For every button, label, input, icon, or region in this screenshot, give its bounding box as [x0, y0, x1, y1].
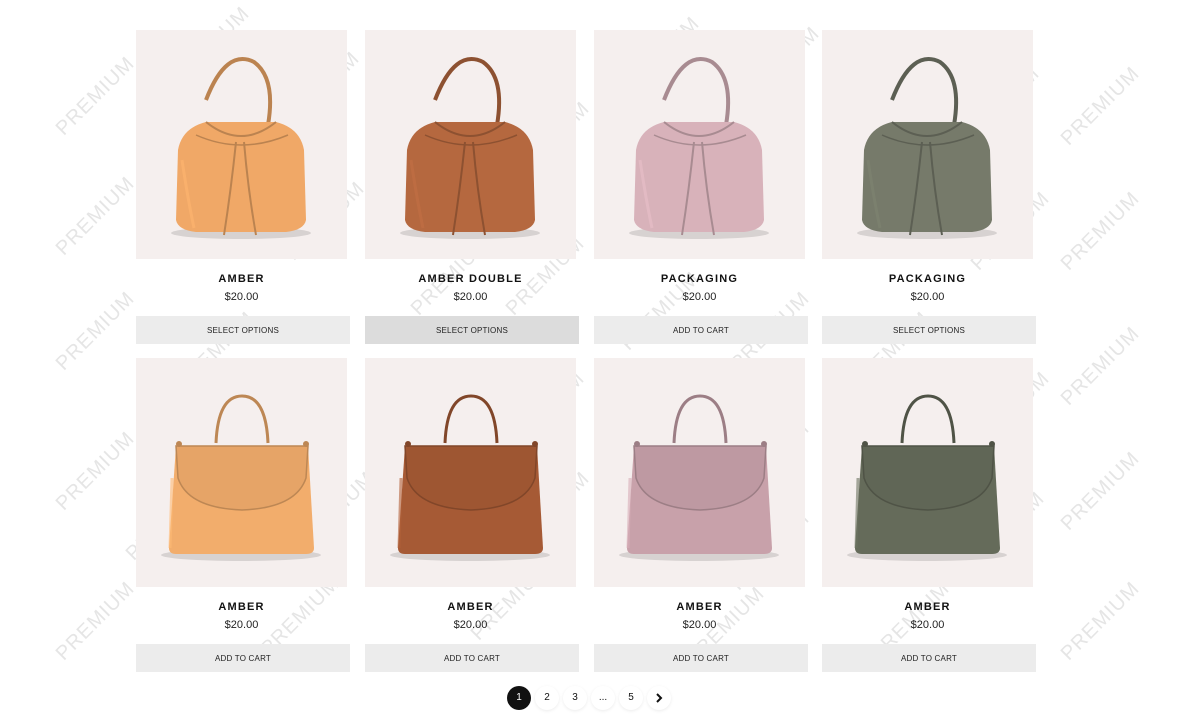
product-image[interactable]	[822, 358, 1033, 587]
select-options-button[interactable]: SELECT OPTIONS	[822, 316, 1036, 344]
product-price: $20.00	[453, 291, 488, 303]
bag-illustration	[619, 394, 779, 561]
watermark-text: PREMIUM	[1056, 322, 1145, 410]
product-card[interactable]: AMBER $20.00 ADD TO CART	[365, 358, 580, 672]
product-price: $20.00	[682, 291, 717, 303]
watermark-text: PREMIUM	[1056, 187, 1145, 275]
bag-illustration	[847, 394, 1007, 561]
page-ellipsis: ...	[591, 686, 615, 710]
product-image[interactable]	[822, 30, 1033, 259]
product-price: $20.00	[453, 619, 488, 631]
product-card[interactable]: AMBER DOUBLE $20.00 SELECT OPTIONS	[365, 30, 580, 344]
select-options-button[interactable]: SELECT OPTIONS	[365, 316, 579, 344]
watermark-text: PREMIUM	[51, 172, 140, 260]
product-name[interactable]: AMBER	[594, 600, 805, 614]
product-card[interactable]: AMBER $20.00 ADD TO CART	[822, 358, 1037, 672]
product-price: $20.00	[910, 291, 945, 303]
watermark-text: PREMIUM	[1056, 447, 1145, 535]
product-card[interactable]: AMBER $20.00 SELECT OPTIONS	[136, 30, 351, 344]
product-name[interactable]: PACKAGING	[594, 272, 805, 286]
product-image[interactable]	[365, 30, 576, 259]
add-to-cart-button[interactable]: ADD TO CART	[594, 316, 808, 344]
chevron-right-icon	[656, 693, 663, 703]
watermark-text: PREMIUM	[51, 427, 140, 515]
page-2-link[interactable]: 2	[535, 686, 559, 710]
product-image[interactable]	[594, 358, 805, 587]
add-to-cart-button[interactable]: ADD TO CART	[136, 644, 350, 672]
bag-illustration	[857, 57, 997, 239]
product-name[interactable]: AMBER	[136, 600, 347, 614]
watermark-text: PREMIUM	[51, 287, 140, 375]
page-3-link[interactable]: 3	[563, 686, 587, 710]
bag-illustration	[629, 57, 769, 239]
watermark-text: PREMIUM	[51, 52, 140, 140]
product-name[interactable]: AMBER	[136, 272, 347, 286]
product-name[interactable]: PACKAGING	[822, 272, 1033, 286]
product-card[interactable]: PACKAGING $20.00 SELECT OPTIONS	[822, 30, 1037, 344]
select-options-button[interactable]: SELECT OPTIONS	[136, 316, 350, 344]
add-to-cart-button[interactable]: ADD TO CART	[822, 644, 1036, 672]
bag-illustration	[171, 57, 311, 239]
watermark-text: PREMIUM	[51, 577, 140, 665]
product-price: $20.00	[682, 619, 717, 631]
product-name[interactable]: AMBER	[365, 600, 576, 614]
product-card[interactable]: AMBER $20.00 ADD TO CART	[594, 358, 809, 672]
next-page-button[interactable]	[647, 686, 671, 710]
product-image[interactable]	[136, 30, 347, 259]
product-price: $20.00	[224, 619, 259, 631]
product-price: $20.00	[910, 619, 945, 631]
page-5-link[interactable]: 5	[619, 686, 643, 710]
product-image[interactable]	[136, 358, 347, 587]
add-to-cart-button[interactable]: ADD TO CART	[594, 644, 808, 672]
page-1-link[interactable]: 1	[507, 686, 531, 710]
pagination: 1 2 3 ... 5	[507, 686, 675, 710]
product-name[interactable]: AMBER	[822, 600, 1033, 614]
product-image[interactable]	[594, 30, 805, 259]
bag-illustration	[400, 57, 540, 239]
product-name[interactable]: AMBER DOUBLE	[365, 272, 576, 286]
bag-illustration	[161, 394, 321, 561]
product-image[interactable]	[365, 358, 576, 587]
product-card[interactable]: AMBER $20.00 ADD TO CART	[136, 358, 351, 672]
product-card[interactable]: PACKAGING $20.00 ADD TO CART	[594, 30, 809, 344]
add-to-cart-button[interactable]: ADD TO CART	[365, 644, 579, 672]
product-price: $20.00	[224, 291, 259, 303]
bag-illustration	[390, 394, 550, 561]
watermark-text: PREMIUM	[1056, 62, 1145, 150]
watermark-text: PREMIUM	[1056, 577, 1145, 665]
